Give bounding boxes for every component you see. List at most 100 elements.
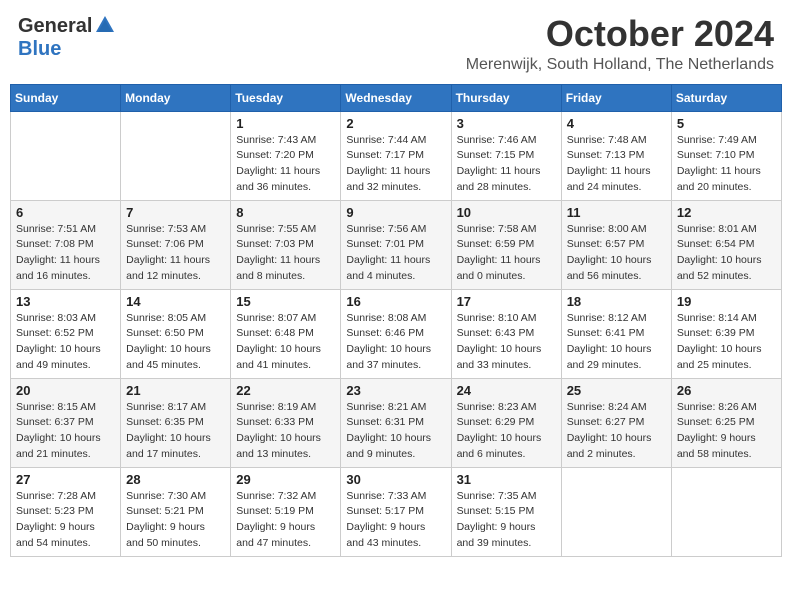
daylight-text: Daylight: 11 hours and 8 minutes.	[236, 253, 335, 285]
title-area: October 2024 Merenwijk, South Holland, T…	[466, 14, 774, 74]
day-number: 31	[457, 472, 556, 487]
day-info: Sunrise: 7:33 AMSunset: 5:17 PMDaylight:…	[346, 489, 445, 552]
sunrise-text: Sunrise: 8:01 AM	[677, 222, 776, 238]
day-number: 27	[16, 472, 115, 487]
day-number: 4	[567, 116, 666, 131]
sunset-text: Sunset: 7:20 PM	[236, 148, 335, 164]
day-info: Sunrise: 8:26 AMSunset: 6:25 PMDaylight:…	[677, 400, 776, 463]
sunset-text: Sunset: 6:41 PM	[567, 326, 666, 342]
day-info: Sunrise: 7:30 AMSunset: 5:21 PMDaylight:…	[126, 489, 225, 552]
day-number: 25	[567, 383, 666, 398]
sunset-text: Sunset: 7:03 PM	[236, 237, 335, 253]
calendar-cell: 25 Sunrise: 8:24 AMSunset: 6:27 PMDayligh…	[561, 378, 671, 467]
daylight-text: Daylight: 9 hours and 54 minutes.	[16, 520, 115, 552]
sunrise-text: Sunrise: 7:30 AM	[126, 489, 225, 505]
sunrise-text: Sunrise: 7:55 AM	[236, 222, 335, 238]
sunrise-text: Sunrise: 7:51 AM	[16, 222, 115, 238]
sunrise-text: Sunrise: 7:43 AM	[236, 133, 335, 149]
daylight-text: Daylight: 10 hours and 56 minutes.	[567, 253, 666, 285]
day-info: Sunrise: 8:08 AMSunset: 6:46 PMDaylight:…	[346, 311, 445, 374]
sunset-text: Sunset: 6:31 PM	[346, 415, 445, 431]
calendar-cell: 23Sunrise: 8:21 AMSunset: 6:31 PMDayligh…	[341, 378, 451, 467]
day-info: Sunrise: 7:43 AMSunset: 7:20 PMDaylight:…	[236, 133, 335, 196]
sunset-text: Sunset: 6:37 PM	[16, 415, 115, 431]
day-info: Sunrise: 7:56 AMSunset: 7:01 PMDaylight:…	[346, 222, 445, 285]
calendar-cell: 22Sunrise: 8:19 AMSunset: 6:33 PMDayligh…	[231, 378, 341, 467]
day-number: 20	[16, 383, 115, 398]
daylight-text: Daylight: 11 hours and 28 minutes.	[457, 164, 556, 196]
day-number: 14	[126, 294, 225, 309]
day-number: 2	[346, 116, 445, 131]
sunset-text: Sunset: 5:23 PM	[16, 504, 115, 520]
sunset-text: Sunset: 5:17 PM	[346, 504, 445, 520]
sunrise-text: Sunrise: 8:08 AM	[346, 311, 445, 327]
day-header-thursday: Thursday	[451, 84, 561, 111]
day-info: Sunrise: 8:15 AMSunset: 6:37 PMDaylight:…	[16, 400, 115, 463]
calendar-cell: 3Sunrise: 7:46 AMSunset: 7:15 PMDaylight…	[451, 111, 561, 200]
daylight-text: Daylight: 9 hours and 58 minutes.	[677, 431, 776, 463]
day-number: 5	[677, 116, 776, 131]
day-info: Sunrise: 8:03 AMSunset: 6:52 PMDaylight:…	[16, 311, 115, 374]
sunset-text: Sunset: 5:15 PM	[457, 504, 556, 520]
day-number: 12	[677, 205, 776, 220]
day-number: 23	[346, 383, 445, 398]
calendar-cell: 24Sunrise: 8:23 AMSunset: 6:29 PMDayligh…	[451, 378, 561, 467]
sunset-text: Sunset: 6:39 PM	[677, 326, 776, 342]
calendar-cell: 11Sunrise: 8:00 AMSunset: 6:57 PMDayligh…	[561, 200, 671, 289]
day-header-sunday: Sunday	[11, 84, 121, 111]
daylight-text: Daylight: 11 hours and 4 minutes.	[346, 253, 445, 285]
sunset-text: Sunset: 6:43 PM	[457, 326, 556, 342]
day-info: Sunrise: 8:17 AMSunset: 6:35 PMDaylight:…	[126, 400, 225, 463]
day-number: 28	[126, 472, 225, 487]
day-header-tuesday: Tuesday	[231, 84, 341, 111]
day-info: Sunrise: 7:32 AMSunset: 5:19 PMDaylight:…	[236, 489, 335, 552]
daylight-text: Daylight: 11 hours and 20 minutes.	[677, 164, 776, 196]
day-info: Sunrise: 8:00 AMSunset: 6:57 PMDaylight:…	[567, 222, 666, 285]
calendar-cell: 7Sunrise: 7:53 AMSunset: 7:06 PMDaylight…	[121, 200, 231, 289]
day-number: 26	[677, 383, 776, 398]
sunset-text: Sunset: 5:21 PM	[126, 504, 225, 520]
sunset-text: Sunset: 6:59 PM	[457, 237, 556, 253]
sunrise-text: Sunrise: 7:49 AM	[677, 133, 776, 149]
sunset-text: Sunset: 7:13 PM	[567, 148, 666, 164]
sunrise-text: Sunrise: 7:48 AM	[567, 133, 666, 149]
day-number: 15	[236, 294, 335, 309]
sunset-text: Sunset: 6:29 PM	[457, 415, 556, 431]
calendar-cell: 29 Sunrise: 7:32 AMSunset: 5:19 PMDayligh…	[231, 467, 341, 556]
daylight-text: Daylight: 11 hours and 12 minutes.	[126, 253, 225, 285]
sunrise-text: Sunrise: 7:33 AM	[346, 489, 445, 505]
sunset-text: Sunset: 6:25 PM	[677, 415, 776, 431]
daylight-text: Daylight: 11 hours and 16 minutes.	[16, 253, 115, 285]
sunrise-text: Sunrise: 8:19 AM	[236, 400, 335, 416]
day-number: 29	[236, 472, 335, 487]
day-number: 18	[567, 294, 666, 309]
day-info: Sunrise: 8:24 AMSunset: 6:27 PMDaylight:…	[567, 400, 666, 463]
sunset-text: Sunset: 6:27 PM	[567, 415, 666, 431]
sunrise-text: Sunrise: 8:00 AM	[567, 222, 666, 238]
sunrise-text: Sunrise: 8:23 AM	[457, 400, 556, 416]
day-info: Sunrise: 7:35 AMSunset: 5:15 PMDaylight:…	[457, 489, 556, 552]
calendar-cell	[11, 111, 121, 200]
day-number: 1	[236, 116, 335, 131]
daylight-text: Daylight: 10 hours and 45 minutes.	[126, 342, 225, 374]
daylight-text: Daylight: 10 hours and 13 minutes.	[236, 431, 335, 463]
day-number: 10	[457, 205, 556, 220]
day-number: 6	[16, 205, 115, 220]
calendar-week-row: 13Sunrise: 8:03 AMSunset: 6:52 PMDayligh…	[11, 289, 782, 378]
calendar-cell: 8Sunrise: 7:55 AMSunset: 7:03 PMDaylight…	[231, 200, 341, 289]
sunrise-text: Sunrise: 8:15 AM	[16, 400, 115, 416]
daylight-text: Daylight: 10 hours and 37 minutes.	[346, 342, 445, 374]
day-info: Sunrise: 7:58 AMSunset: 6:59 PMDaylight:…	[457, 222, 556, 285]
calendar-cell: 4Sunrise: 7:48 AMSunset: 7:13 PMDaylight…	[561, 111, 671, 200]
calendar-cell: 15Sunrise: 8:07 AMSunset: 6:48 PMDayligh…	[231, 289, 341, 378]
day-info: Sunrise: 7:49 AMSunset: 7:10 PMDaylight:…	[677, 133, 776, 196]
calendar-cell: 26 Sunrise: 8:26 AMSunset: 6:25 PMDayligh…	[671, 378, 781, 467]
sunrise-text: Sunrise: 8:10 AM	[457, 311, 556, 327]
sunrise-text: Sunrise: 7:32 AM	[236, 489, 335, 505]
day-number: 19	[677, 294, 776, 309]
daylight-text: Daylight: 10 hours and 9 minutes.	[346, 431, 445, 463]
calendar-table: SundayMondayTuesdayWednesdayThursdayFrid…	[10, 84, 782, 557]
sunset-text: Sunset: 6:57 PM	[567, 237, 666, 253]
sunset-text: Sunset: 6:54 PM	[677, 237, 776, 253]
day-header-friday: Friday	[561, 84, 671, 111]
